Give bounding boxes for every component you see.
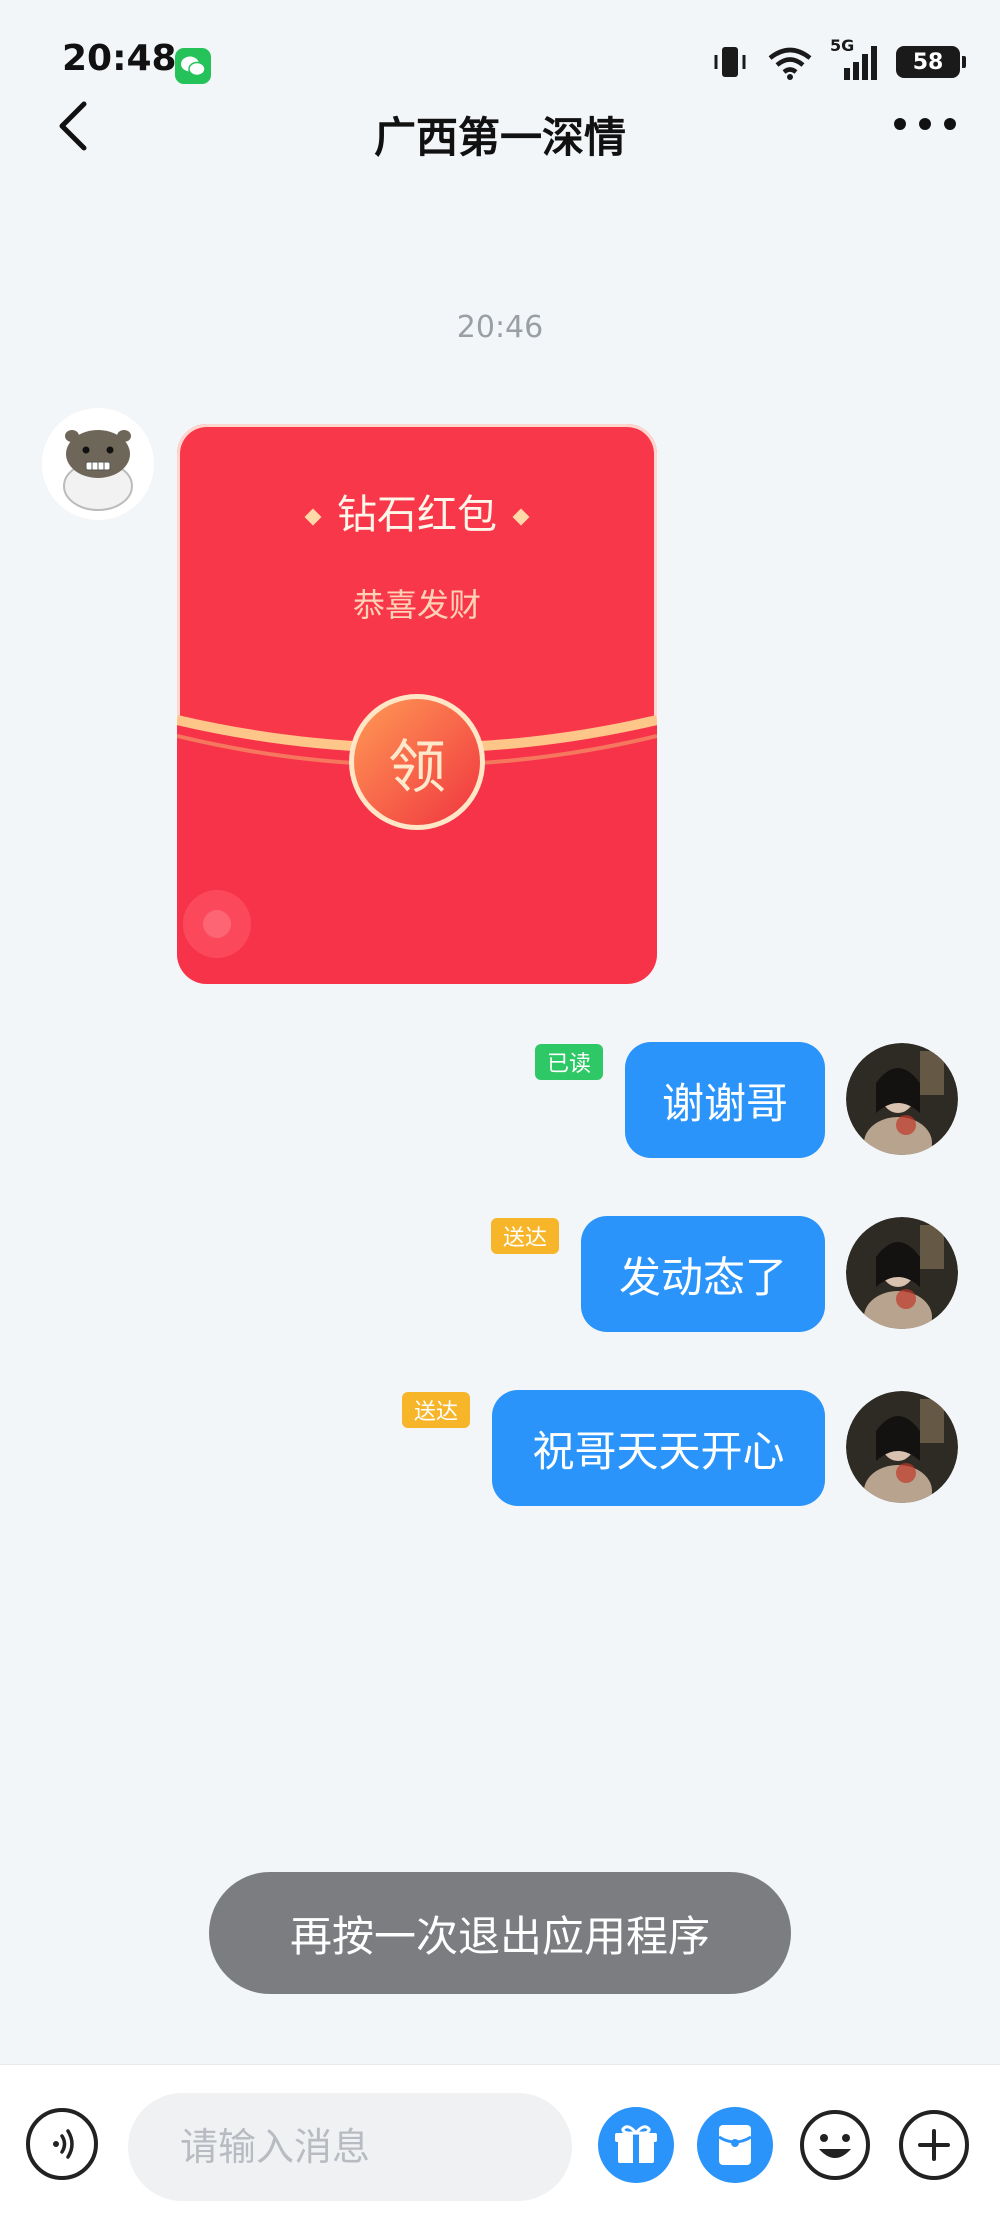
voice-button[interactable] xyxy=(26,2108,98,2180)
battery-indicator: 58 xyxy=(896,46,966,78)
exit-toast: 再按一次退出应用程序 xyxy=(209,1872,791,1994)
red-packet-title-text: 钻石红包 xyxy=(337,492,497,538)
my-avatar[interactable] xyxy=(846,1043,958,1155)
more-options-button[interactable] xyxy=(896,2107,972,2183)
red-packet-button[interactable] xyxy=(697,2107,773,2183)
diamond-icon xyxy=(304,508,322,526)
plus-icon xyxy=(899,2110,969,2180)
input-bar xyxy=(0,2064,1000,2234)
gift-button[interactable] xyxy=(598,2107,674,2183)
message-bubble[interactable]: 谢谢哥 xyxy=(625,1042,825,1158)
sent-status-tag: 送达 xyxy=(402,1392,471,1428)
gift-icon xyxy=(598,2107,674,2183)
sender-avatar[interactable] xyxy=(42,408,154,520)
red-packet-greeting: 恭喜发财 xyxy=(352,586,481,624)
vibrate-icon xyxy=(714,47,746,77)
my-avatar[interactable] xyxy=(846,1391,958,1503)
page-title: 广西第一深情 xyxy=(373,113,626,162)
my-avatar[interactable] xyxy=(846,1217,958,1329)
red-packet-icon xyxy=(697,2107,773,2183)
smiley-icon xyxy=(800,2110,870,2180)
diamond-icon xyxy=(512,508,530,526)
status-icons: 5G 58 xyxy=(710,36,966,84)
chat-timestamp: 20:46 xyxy=(456,310,544,345)
status-bar: 20:48 5G 58 xyxy=(0,0,1000,120)
voice-wave-icon xyxy=(53,2129,74,2159)
message-bubble[interactable]: 祝哥天天开心 xyxy=(492,1390,825,1506)
read-status-tag: 已读 xyxy=(535,1044,604,1080)
claim-button[interactable]: 领 xyxy=(349,694,485,830)
sent-status-tag: 送达 xyxy=(491,1218,560,1254)
message-bubble[interactable]: 发动态了 xyxy=(581,1216,825,1332)
emoji-button[interactable] xyxy=(797,2107,873,2183)
red-packet-card[interactable]: 钻石红包 恭喜发财 领 xyxy=(177,424,657,984)
signal-icon: 5G xyxy=(830,36,880,82)
wifi-icon xyxy=(768,47,812,80)
wechat-notification-icon xyxy=(175,48,211,84)
message-input[interactable] xyxy=(128,2093,572,2201)
more-dots-icon xyxy=(894,118,956,130)
status-time: 20:48 xyxy=(62,38,177,79)
red-packet-title: 钻石红包 xyxy=(177,482,657,540)
more-button[interactable] xyxy=(890,104,960,144)
